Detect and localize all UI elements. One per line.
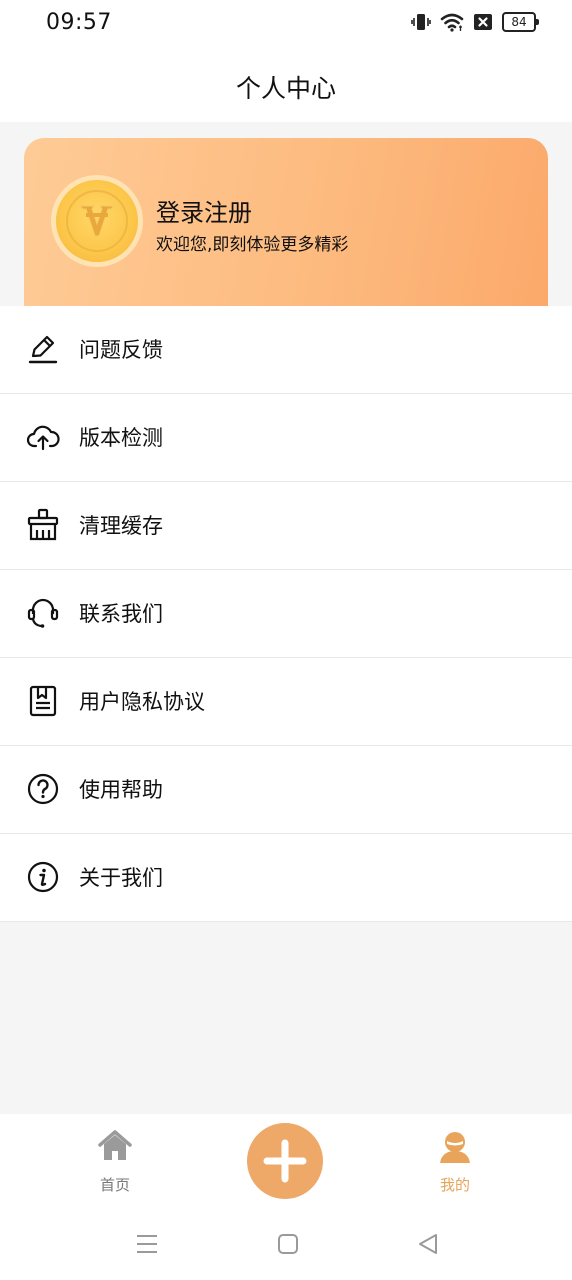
menu-item-feedback[interactable]: 问题反馈 (0, 306, 572, 394)
menu-item-privacy-policy[interactable]: 用户隐私协议 (0, 658, 572, 746)
profile-card[interactable]: 登录注册 欢迎您,即刻体验更多精彩 (24, 138, 548, 306)
menu-item-version-check[interactable]: 版本检测 (0, 394, 572, 482)
sim-off-icon (473, 12, 493, 32)
tab-home-label: 首页 (99, 1176, 130, 1194)
document-icon (26, 684, 60, 718)
home-icon (98, 1130, 132, 1166)
menu-item-label: 关于我们 (79, 866, 163, 890)
menu-item-label: 清理缓存 (79, 514, 163, 538)
battery-icon: 84 (502, 12, 539, 32)
tab-home[interactable]: 首页 (65, 1114, 165, 1212)
header-bar: 个人中心 (0, 52, 572, 122)
v-logo-icon[interactable] (56, 180, 138, 262)
wifi-icon (440, 12, 464, 32)
edit-pen-icon (26, 332, 60, 366)
menu-item-help[interactable]: 使用帮助 (0, 746, 572, 834)
add-button[interactable] (247, 1123, 323, 1199)
status-time: 09:57 (46, 10, 112, 35)
cloud-upload-icon (26, 420, 60, 454)
broom-icon (26, 508, 60, 542)
profile-subtitle: 欢迎您,即刻体验更多精彩 (156, 235, 349, 255)
login-register-title[interactable]: 登录注册 (156, 193, 252, 228)
menu-item-label: 使用帮助 (79, 778, 163, 802)
menu-lines-icon[interactable] (135, 1232, 159, 1260)
tab-mine-label: 我的 (439, 1176, 470, 1194)
menu-item-about-us[interactable]: 关于我们 (0, 834, 572, 922)
menu-item-contact-us[interactable]: 联系我们 (0, 570, 572, 658)
help-circle-icon (26, 772, 60, 806)
status-icons: 84 (411, 12, 539, 32)
menu-item-label: 问题反馈 (79, 338, 163, 362)
headset-icon (26, 596, 60, 630)
page-title: 个人中心 (235, 74, 336, 103)
system-nav-bar (0, 1212, 572, 1280)
menu-item-label: 版本检测 (79, 426, 163, 450)
menu-item-label: 用户隐私协议 (79, 690, 205, 714)
status-bar: 09:57 84 (0, 0, 572, 52)
menu-item-clear-cache[interactable]: 清理缓存 (0, 482, 572, 570)
tab-mine[interactable]: 我的 (405, 1114, 505, 1212)
vibrate-icon (411, 12, 431, 32)
back-triangle-icon[interactable] (416, 1232, 440, 1260)
info-circle-icon (26, 860, 60, 894)
user-icon (438, 1130, 472, 1168)
settings-menu: 问题反馈 版本检测 清理缓存 联系我们 用户隐私协议 使用帮助 关于我们 (0, 306, 572, 922)
menu-item-label: 联系我们 (79, 602, 163, 626)
home-square-icon[interactable] (276, 1232, 300, 1260)
